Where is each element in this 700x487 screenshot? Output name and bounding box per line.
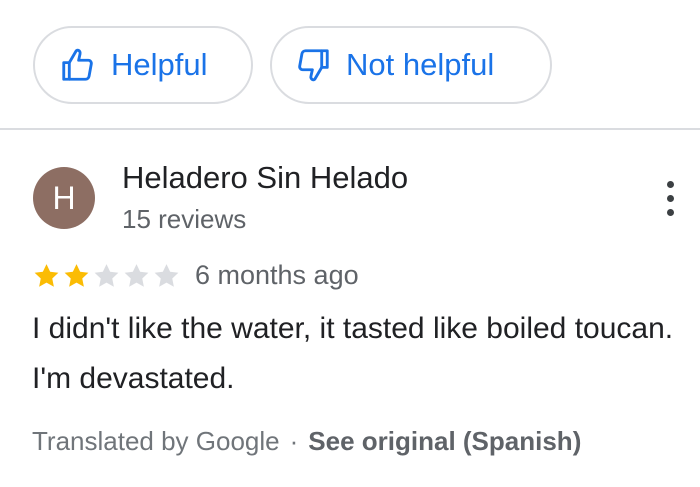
avatar[interactable]: H	[33, 167, 95, 229]
not-helpful-label: Not helpful	[346, 47, 495, 82]
star-filled-icon	[31, 261, 62, 291]
more-vert-icon[interactable]	[650, 178, 690, 218]
separator: ·	[289, 426, 299, 456]
not-helpful-button[interactable]: Not helpful	[270, 26, 552, 104]
star-rating	[31, 261, 181, 291]
reviewer-review-count: 15 reviews	[122, 204, 247, 234]
thumb-up-icon	[59, 46, 97, 84]
translation-row: Translated by Google · See original (Spa…	[32, 426, 581, 457]
avatar-initial: H	[52, 179, 76, 216]
star-filled-icon	[61, 261, 92, 291]
star-empty-icon	[151, 261, 182, 291]
translation-note: Translated by Google	[32, 426, 280, 456]
more-dot	[666, 194, 674, 202]
divider	[0, 128, 700, 130]
more-dot	[666, 208, 674, 216]
thumb-down-icon	[294, 46, 332, 84]
star-empty-icon	[91, 261, 122, 291]
rating-row: 6 months ago	[31, 260, 359, 291]
star-empty-icon	[121, 261, 152, 291]
see-original-link[interactable]: See original (Spanish)	[308, 426, 581, 457]
review-time: 6 months ago	[195, 260, 359, 290]
reviewer-name[interactable]: Heladero Sin Helado	[122, 160, 408, 196]
review-card: Helpful Not helpful H Heladero Sin Helad…	[0, 0, 700, 487]
more-dot	[666, 180, 674, 188]
helpful-label: Helpful	[111, 47, 208, 82]
helpful-button[interactable]: Helpful	[33, 26, 253, 104]
review-text: I didn't like the water, it tasted like …	[32, 312, 674, 395]
